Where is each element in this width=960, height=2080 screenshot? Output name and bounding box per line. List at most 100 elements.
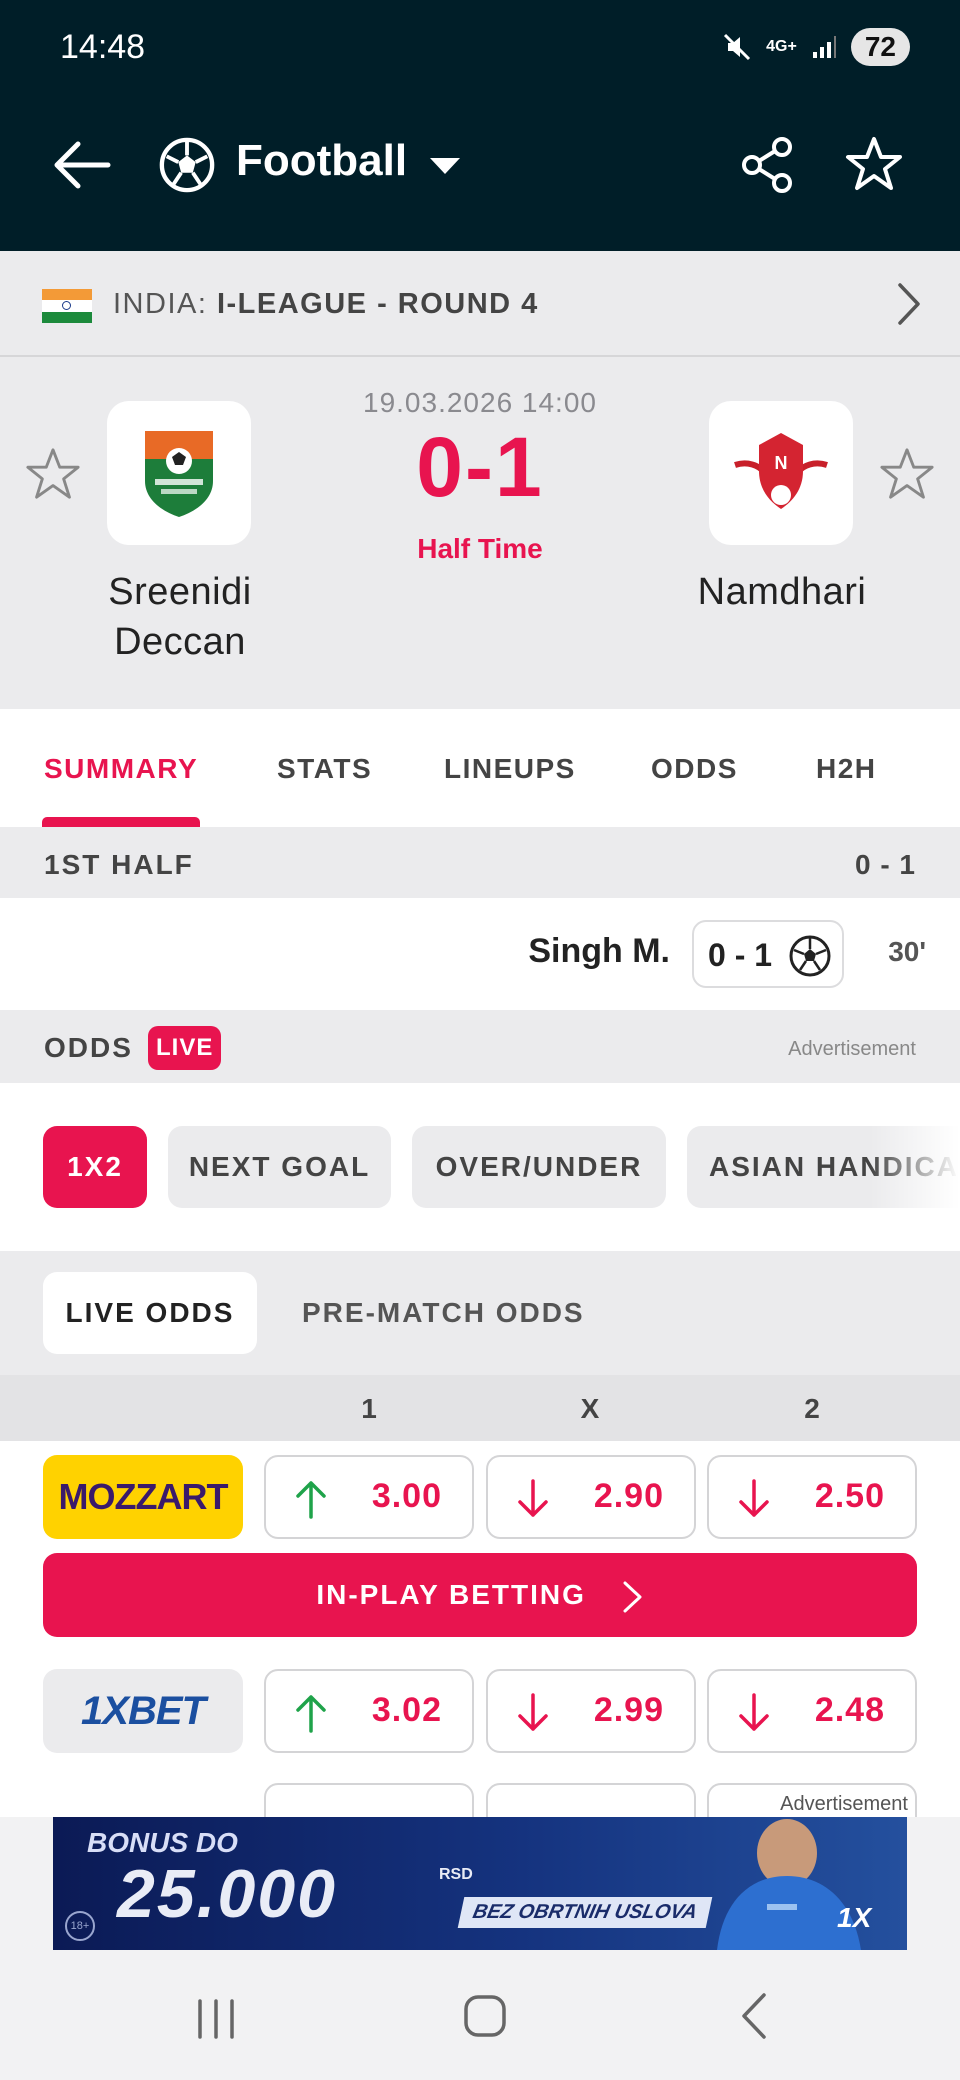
home-team-crest-icon bbox=[145, 431, 213, 517]
odd-away[interactable]: 2.50 bbox=[707, 1455, 917, 1539]
inplay-betting-label: IN-PLAY BETTING bbox=[316, 1579, 586, 1610]
status-time: 14:48 bbox=[60, 28, 146, 66]
goal-scorer: Singh M. bbox=[528, 932, 670, 970]
live-odds-tab[interactable]: LIVE ODDS bbox=[43, 1272, 257, 1354]
advertisement-label: Advertisement bbox=[788, 1038, 916, 1060]
status-icons: 4G+ 72 bbox=[722, 28, 910, 66]
football-icon bbox=[159, 137, 215, 193]
advertisement-label: Advertisement bbox=[780, 1793, 908, 1815]
bookmaker-logo-mozzart[interactable]: MOZZART bbox=[43, 1455, 243, 1539]
signal-icon bbox=[812, 36, 836, 58]
live-badge: LIVE bbox=[148, 1026, 222, 1070]
goal-minute: 30' bbox=[888, 936, 926, 967]
odd-value: 3.02 bbox=[371, 1691, 442, 1729]
column-away: 2 bbox=[804, 1393, 820, 1424]
share-icon[interactable] bbox=[740, 136, 796, 194]
match-datetime: 19.03.2026 14:00 bbox=[363, 387, 597, 418]
player-image-icon: 1X bbox=[717, 1819, 874, 1950]
odd-value: 2.90 bbox=[593, 1477, 664, 1515]
market-chip-next-goal[interactable]: NEXT GOAL bbox=[168, 1126, 391, 1208]
tab-h2h[interactable]: H2H bbox=[816, 753, 877, 785]
odd-value: 2.99 bbox=[593, 1691, 664, 1729]
arrow-down-icon bbox=[739, 1693, 769, 1731]
chevron-down-icon[interactable] bbox=[430, 158, 460, 174]
match-status: Half Time bbox=[417, 533, 543, 564]
away-team-logo[interactable]: N bbox=[709, 401, 853, 545]
banner-amount: 25.000 bbox=[117, 1856, 337, 1932]
home-icon[interactable] bbox=[462, 1993, 508, 2039]
odd-value: 2.48 bbox=[814, 1691, 885, 1729]
away-team-name[interactable]: Namdhari bbox=[652, 567, 912, 617]
away-team-crest-icon: N bbox=[734, 433, 828, 509]
india-flag-icon bbox=[42, 289, 92, 323]
match-tabs: SUMMARY STATS LINEUPS ODDS H2H bbox=[0, 709, 960, 827]
odds-title: ODDS bbox=[44, 1032, 133, 1063]
mute-icon bbox=[724, 33, 751, 61]
active-tab-indicator bbox=[42, 817, 200, 827]
age-18-icon: 18+ bbox=[65, 1911, 95, 1941]
tab-stats[interactable]: STATS bbox=[277, 753, 372, 785]
half-score: 0 - 1 bbox=[854, 849, 916, 880]
system-nav-bar bbox=[0, 1953, 960, 2080]
odds-type-toggle: LIVE ODDS PRE-MATCH ODDS bbox=[0, 1251, 960, 1375]
home-team-logo[interactable] bbox=[107, 401, 251, 545]
odd-home[interactable]: 3.00 bbox=[264, 1455, 474, 1539]
odds-header: ODDS LIVE Advertisement bbox=[0, 1010, 960, 1083]
prematch-odds-tab[interactable]: PRE-MATCH ODDS bbox=[302, 1272, 585, 1354]
svg-text:1X: 1X bbox=[837, 1902, 874, 1933]
match-header: Sreenidi Deccan 19.03.2026 14:00 0-1 Hal… bbox=[0, 357, 960, 709]
app-bar: Football bbox=[0, 120, 960, 210]
back-icon[interactable] bbox=[738, 1991, 770, 2041]
arrow-up-icon bbox=[296, 1695, 326, 1733]
football-icon bbox=[789, 935, 831, 977]
favorite-star-icon[interactable] bbox=[844, 134, 904, 194]
banner-tag: BEZ OBRTNIH USLOVA bbox=[457, 1897, 713, 1928]
market-chips: 1X2 NEXT GOAL OVER/UNDER ASIAN HANDICAP bbox=[0, 1083, 960, 1251]
recent-apps-icon[interactable] bbox=[194, 1997, 238, 2041]
odd-away[interactable]: 2.48 bbox=[707, 1669, 917, 1753]
column-home: 1 bbox=[361, 1393, 377, 1424]
column-draw: X bbox=[580, 1393, 600, 1424]
market-chip-over-under[interactable]: OVER/UNDER bbox=[412, 1126, 666, 1208]
chevron-right-icon bbox=[623, 1581, 642, 1613]
odd-draw[interactable]: 2.90 bbox=[486, 1455, 696, 1539]
tab-lineups[interactable]: LINEUPS bbox=[444, 753, 576, 785]
half-header: 1ST HALF 0 - 1 bbox=[0, 827, 960, 898]
tab-summary[interactable]: SUMMARY bbox=[44, 753, 198, 785]
network-label: 4G+ bbox=[766, 38, 797, 55]
odd-home[interactable]: 3.02 bbox=[264, 1669, 474, 1753]
chips-fade bbox=[870, 1083, 960, 1251]
battery-indicator: 72 bbox=[850, 28, 910, 66]
svg-text:N: N bbox=[775, 453, 788, 473]
market-chip-1x2[interactable]: 1X2 bbox=[43, 1126, 147, 1208]
goal-event-row[interactable]: Singh M. 0 - 1 30' bbox=[0, 898, 960, 1010]
ad-strip: Advertisement BONUS DO 25.000 RSD BEZ OB… bbox=[0, 1793, 960, 1953]
top-bar: 14:48 4G+ 72 Football bbox=[0, 0, 960, 251]
back-arrow-icon[interactable] bbox=[52, 140, 112, 190]
league-row[interactable]: INDIA: I-LEAGUE - ROUND 4 bbox=[0, 251, 960, 357]
arrow-down-icon bbox=[518, 1693, 548, 1731]
odd-draw[interactable]: 2.99 bbox=[486, 1669, 696, 1753]
league-name: INDIA: I-LEAGUE - ROUND 4 bbox=[113, 288, 539, 320]
arrow-up-icon bbox=[296, 1481, 326, 1519]
half-label: 1ST HALF bbox=[44, 849, 194, 880]
banner-currency: RSD bbox=[439, 1866, 473, 1883]
chevron-right-icon bbox=[898, 283, 920, 325]
odds-table: MOZZART 3.00 2.90 2.50 IN-PLAY BETTING 1… bbox=[0, 1441, 960, 1817]
odds-column-header: 1 X 2 bbox=[0, 1375, 960, 1441]
away-favorite-star-icon[interactable] bbox=[878, 445, 936, 503]
home-favorite-star-icon[interactable] bbox=[24, 445, 82, 503]
bookmaker-logo-1xbet[interactable]: 1XBET bbox=[43, 1669, 243, 1753]
odd-value: 3.00 bbox=[371, 1477, 442, 1515]
goal-score: 0 - 1 bbox=[708, 937, 773, 973]
arrow-down-icon bbox=[518, 1479, 548, 1517]
home-team-name[interactable]: Sreenidi Deccan bbox=[50, 567, 310, 667]
odd-value: 2.50 bbox=[814, 1477, 885, 1515]
ad-banner[interactable]: BONUS DO 25.000 RSD BEZ OBRTNIH USLOVA 1… bbox=[53, 1817, 907, 1950]
match-score: 0-1 bbox=[416, 420, 544, 514]
tab-odds[interactable]: ODDS bbox=[651, 753, 738, 785]
inplay-betting-button[interactable]: IN-PLAY BETTING bbox=[43, 1553, 917, 1637]
goal-score-box: 0 - 1 bbox=[692, 920, 844, 988]
arrow-down-icon bbox=[739, 1479, 769, 1517]
sport-title[interactable]: Football bbox=[236, 136, 407, 186]
